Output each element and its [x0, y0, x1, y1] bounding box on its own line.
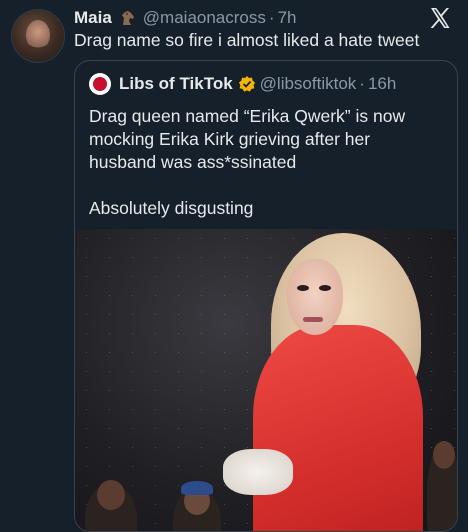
performer-face	[287, 259, 343, 335]
performer-eye-right	[319, 285, 331, 291]
quoted-author-handle[interactable]: @libsoftiktok	[260, 74, 357, 94]
tweet-time[interactable]: 7h	[278, 8, 297, 28]
performer-eye-left	[297, 285, 309, 291]
quoted-tweet-time[interactable]: 16h	[368, 74, 396, 94]
quoted-tweet-text: Drag queen named “Erika Qwerk” is now mo…	[89, 106, 406, 172]
author-name[interactable]: Maia	[74, 8, 112, 28]
horse-icon	[121, 11, 134, 25]
author-avatar[interactable]	[11, 9, 65, 63]
verified-badge-icon	[238, 76, 255, 92]
quoted-tweet-body: Drag queen named “Erika Qwerk” is now mo…	[89, 105, 439, 220]
separator-dot: ·	[268, 8, 275, 27]
quoted-tweet-text-2: Absolutely disgusting	[89, 198, 254, 218]
quoted-author-avatar[interactable]	[89, 73, 111, 95]
quoted-tweet-media[interactable]	[75, 229, 457, 531]
tweet-text: Drag name so fire i almost liked a hate …	[74, 30, 420, 50]
quoted-tweet-header: Libs of TikTok @libsoftiktok · 16h	[89, 73, 396, 95]
quoted-separator-dot: ·	[359, 74, 365, 93]
audience-member-1	[85, 480, 137, 531]
quoted-tweet[interactable]: Libs of TikTok @libsoftiktok · 16h Drag …	[74, 60, 458, 532]
performer-gloves	[223, 449, 293, 495]
performer-red-suit	[253, 325, 423, 531]
x-logo-icon[interactable]	[428, 6, 452, 30]
audience-member-3	[427, 441, 457, 531]
performer-mouth	[303, 317, 323, 322]
audience-member-2	[173, 481, 221, 531]
tweet-header: Maia @maiaonacross · 7h	[74, 6, 468, 30]
author-handle[interactable]: @maiaonacross	[143, 8, 266, 28]
quoted-author-name[interactable]: Libs of TikTok	[119, 74, 233, 94]
